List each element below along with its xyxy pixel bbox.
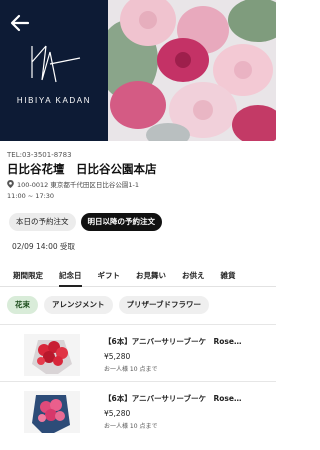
pink-rose-bouquet-image [24, 391, 80, 433]
product-price: ¥5,280 [104, 352, 131, 361]
chip-bouquet[interactable]: 花束 [7, 296, 38, 314]
tab-goods[interactable]: 雑貨 [221, 264, 236, 286]
product-price: ¥5,280 [104, 409, 131, 418]
store-hours: 11:00 ~ 17:30 [7, 192, 55, 200]
store-address: 100-0012 東京都千代田区日比谷公園1-1 [7, 179, 139, 189]
back-button[interactable] [8, 11, 32, 35]
tab-get-well[interactable]: お見舞い [136, 264, 166, 286]
brand-logo-panel: HIBIYA KADAN [0, 0, 108, 141]
store-address-text: 100-0012 東京都千代田区日比谷公園1-1 [17, 181, 139, 189]
tab-gift[interactable]: ギフト [98, 264, 121, 286]
store-banner: HIBIYA KADAN [0, 0, 276, 141]
subcategory-chips: 花束 アレンジメント プリザーブドフラワー [7, 296, 210, 314]
location-pin-icon [7, 180, 14, 188]
category-tabs: 期間限定 記念日 ギフト お見舞い お供え 雑貨 [0, 264, 276, 287]
store-tel: TEL:03-3501-8783 [7, 151, 72, 159]
tab-limited[interactable]: 期間限定 [13, 264, 43, 286]
chip-preserved-flower[interactable]: プリザーブドフラワー [118, 296, 210, 314]
arrow-left-icon [10, 14, 30, 32]
brand-logo-text: HIBIYA KADAN [16, 96, 92, 105]
product-limit: お一人様 10 点まで [104, 366, 158, 373]
tab-anniversary[interactable]: 記念日 [59, 264, 82, 287]
brand-logo-icon [31, 45, 81, 83]
product-limit: お一人様 10 点まで [104, 423, 158, 430]
rose-bouquet-image [108, 0, 276, 141]
product-item[interactable]: 【6本】アニバーサリーブーケ Rose… ¥5,280 お一人様 10 点まで [0, 324, 276, 381]
store-name: 日比谷花壇 日比谷公園本店 [7, 162, 157, 176]
tab-offering[interactable]: お供え [182, 264, 205, 286]
product-image [24, 334, 80, 376]
chip-arrangement[interactable]: アレンジメント [44, 296, 113, 314]
product-list: 【6本】アニバーサリーブーケ Rose… ¥5,280 お一人様 10 点まで … [0, 324, 276, 438]
product-item[interactable]: 【6本】アニバーサリーブーケ Rose… ¥5,280 お一人様 10 点まで [0, 381, 276, 438]
hero-image [108, 0, 276, 141]
order-mode-selector: 本日の予約注文 明日以降の予約注文 [9, 213, 162, 231]
pickup-time[interactable]: 02/09 14:00 受取 [12, 241, 75, 252]
red-rose-bouquet-image [24, 334, 80, 376]
product-image [24, 391, 80, 433]
product-name: 【6本】アニバーサリーブーケ Rose… [104, 337, 242, 346]
product-name: 【6本】アニバーサリーブーケ Rose… [104, 394, 242, 403]
order-future-button[interactable]: 明日以降の予約注文 [80, 213, 162, 231]
order-today-button[interactable]: 本日の予約注文 [9, 213, 76, 231]
